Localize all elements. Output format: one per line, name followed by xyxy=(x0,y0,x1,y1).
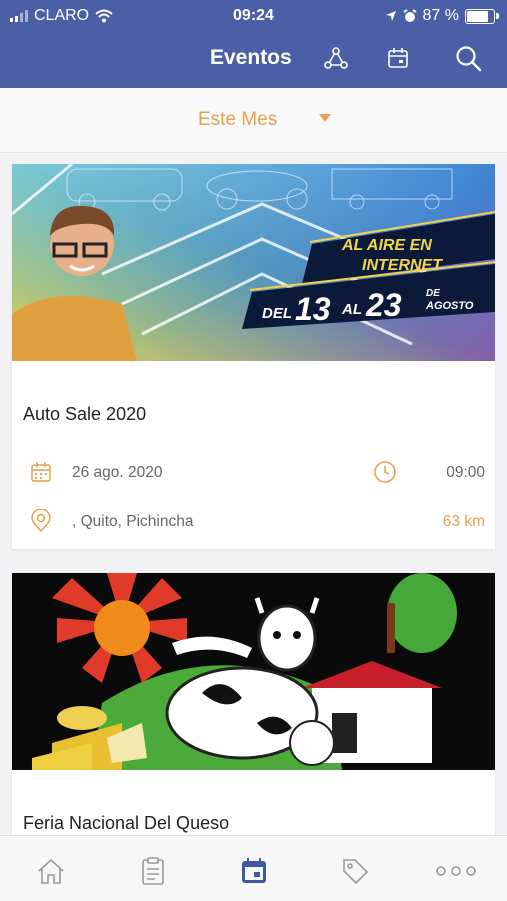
app-header: CLARO 09:24 87 % Eventos xyxy=(0,0,507,88)
filter-label: Este Mes xyxy=(198,109,278,130)
share-icon[interactable] xyxy=(322,44,350,72)
event-date: 26 ago. 2020 xyxy=(72,464,163,481)
search-icon[interactable] xyxy=(454,44,482,72)
location-arrow-icon xyxy=(385,11,396,21)
clock-icon xyxy=(374,461,396,483)
more-icon[interactable] xyxy=(433,856,479,886)
event-date-row: 26 ago. 2020 09:00 xyxy=(12,461,495,485)
event-name: Auto Sale 2020 xyxy=(23,404,147,424)
chevron-down-icon xyxy=(319,114,331,122)
event-time: 09:00 xyxy=(446,464,485,481)
banner-al: AL xyxy=(341,301,362,318)
event-location-row: , Quito, Pichincha 63 km xyxy=(12,509,495,534)
event-banner-image: AL AIRE EN INTERNET DEL 13 AL 23 DE AGOS… xyxy=(12,164,495,361)
banner-line1: AL AIRE EN xyxy=(341,237,432,254)
tag-icon[interactable] xyxy=(340,856,370,886)
battery-icon xyxy=(465,8,499,24)
status-bar: CLARO 09:24 87 % xyxy=(0,0,507,32)
home-icon[interactable] xyxy=(36,856,66,886)
tab-bar xyxy=(0,835,507,901)
event-card[interactable]: AL AIRE EN INTERNET DEL 13 AL 23 DE AGOS… xyxy=(12,164,495,549)
banner-date-to: 23 xyxy=(365,287,402,323)
battery-percent: 87 % xyxy=(422,7,459,24)
event-distance: 63 km xyxy=(442,513,485,530)
event-name: Feria Nacional Del Queso xyxy=(23,813,230,833)
banner-month: AGOSTO xyxy=(425,300,474,312)
calendar-icon[interactable] xyxy=(384,44,412,72)
event-location: , Quito, Pichincha xyxy=(72,513,194,530)
calendar-icon xyxy=(31,462,51,482)
banner-line2: INTERNET xyxy=(362,257,443,274)
event-card[interactable]: Feria Nacional Del Queso xyxy=(12,573,495,835)
page-title: Eventos xyxy=(210,46,292,69)
month-filter[interactable]: Este Mes xyxy=(0,88,507,153)
banner-de: DE xyxy=(426,288,440,299)
calendar-icon[interactable] xyxy=(239,856,269,886)
banner-date-from: 13 xyxy=(295,291,331,327)
banner-del: DEL xyxy=(262,305,292,322)
clipboard-icon[interactable] xyxy=(138,856,168,886)
location-pin-icon xyxy=(31,509,51,533)
alarm-icon xyxy=(402,9,417,22)
event-banner-image xyxy=(12,573,495,770)
